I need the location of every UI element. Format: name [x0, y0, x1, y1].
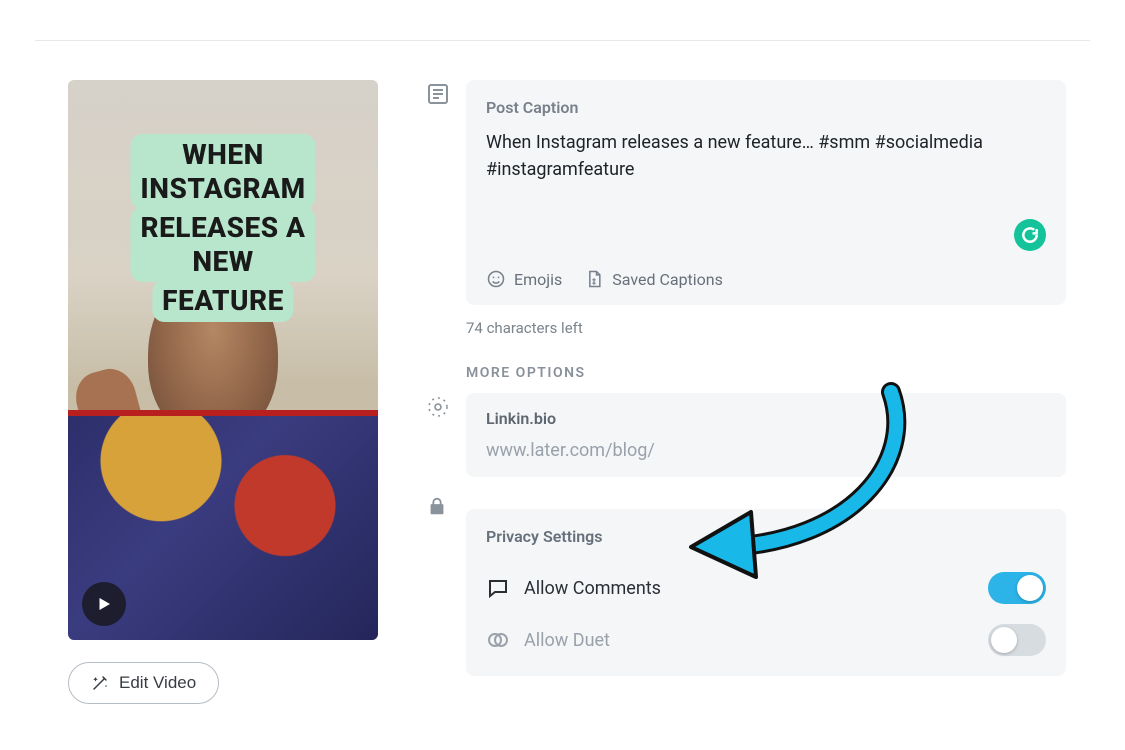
play-icon: [95, 595, 113, 613]
right-column: Post Caption When Instagram releases a n…: [426, 80, 1066, 704]
privacy-panel: Privacy Settings Allow Comments Allow Du…: [466, 509, 1066, 676]
video-overlay-text: WHEN INSTAGRAM RELEASES A NEW FEATURE: [132, 136, 313, 322]
main-layout: WHEN INSTAGRAM RELEASES A NEW FEATURE Ed…: [0, 0, 1125, 704]
toggle-knob: [991, 627, 1017, 653]
emojis-button[interactable]: Emojis: [486, 269, 562, 289]
lock-icon: [426, 495, 450, 519]
smile-icon: [486, 269, 506, 289]
overlay-line: FEATURE: [154, 282, 292, 320]
allow-duet-toggle[interactable]: [988, 624, 1046, 656]
video-preview[interactable]: WHEN INSTAGRAM RELEASES A NEW FEATURE: [68, 80, 378, 640]
linkinbio-label: Linkin.bio: [486, 409, 1046, 428]
grammarly-badge[interactable]: [1014, 219, 1046, 251]
wand-icon: [91, 674, 109, 692]
allow-comments-label: Allow Comments: [524, 578, 974, 599]
comment-icon: [486, 576, 510, 600]
edit-video-label: Edit Video: [119, 673, 196, 693]
toggle-knob: [1017, 575, 1043, 601]
caption-icon: [426, 82, 450, 106]
edit-video-button[interactable]: Edit Video: [68, 662, 219, 704]
allow-duet-row: Allow Duet: [486, 614, 1046, 666]
allow-comments-toggle[interactable]: [988, 572, 1046, 604]
linkinbio-url-input[interactable]: www.later.com/blog/: [486, 440, 1046, 461]
play-button[interactable]: [82, 582, 126, 626]
divider: [35, 40, 1090, 41]
more-options-header: MORE OPTIONS: [466, 365, 1066, 381]
saved-captions-icon: [584, 269, 604, 289]
duet-icon: [486, 628, 510, 652]
saved-captions-button[interactable]: Saved Captions: [584, 269, 723, 289]
caption-panel: Post Caption When Instagram releases a n…: [466, 80, 1066, 305]
grammarly-icon: [1020, 225, 1040, 245]
linkinbio-icon: [426, 395, 450, 419]
emojis-label: Emojis: [514, 270, 562, 289]
caption-label: Post Caption: [486, 98, 1046, 117]
privacy-label: Privacy Settings: [486, 527, 1046, 546]
saved-captions-label: Saved Captions: [612, 270, 723, 289]
overlay-line: RELEASES A NEW: [132, 209, 313, 280]
linkinbio-panel: Linkin.bio www.later.com/blog/: [466, 393, 1066, 477]
allow-comments-row: Allow Comments: [486, 562, 1046, 614]
caption-tools: Emojis Saved Captions: [486, 269, 1046, 289]
caption-section: Post Caption When Instagram releases a n…: [426, 80, 1066, 305]
linkinbio-section: Linkin.bio www.later.com/blog/: [426, 393, 1066, 477]
overlay-line: WHEN INSTAGRAM: [132, 136, 313, 207]
characters-left: 74 characters left: [466, 319, 1066, 337]
allow-duet-label: Allow Duet: [524, 630, 974, 651]
privacy-section: Privacy Settings Allow Comments Allow Du…: [426, 493, 1066, 676]
caption-textarea[interactable]: When Instagram releases a new feature… #…: [486, 129, 1046, 209]
left-column: WHEN INSTAGRAM RELEASES A NEW FEATURE Ed…: [68, 80, 378, 704]
